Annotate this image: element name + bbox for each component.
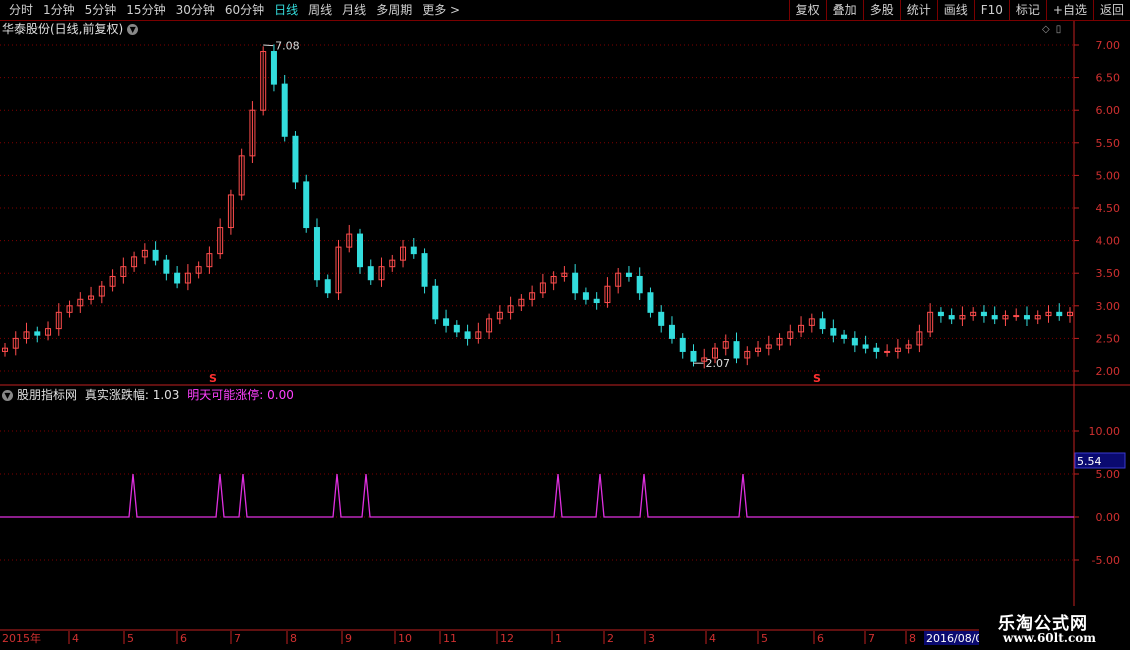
candle-body	[152, 249, 159, 261]
candle-body	[851, 337, 858, 346]
candle-body	[270, 51, 277, 85]
candle-body	[991, 315, 998, 320]
low-price-label: 2.07	[705, 357, 730, 370]
candle-body	[841, 334, 848, 339]
indicator-axis-label: 5.00	[1096, 468, 1121, 481]
candle-body	[593, 298, 600, 304]
candle-body	[937, 311, 944, 317]
high-price-label: 7.08	[275, 40, 300, 53]
candle-body	[636, 275, 643, 294]
candle-body	[313, 227, 320, 281]
candle-body	[668, 324, 675, 339]
candle-body	[34, 331, 41, 336]
candle-body	[830, 328, 837, 336]
candle-body	[464, 331, 471, 339]
time-axis-label: 2	[607, 632, 614, 645]
time-axis-label: 2015年	[2, 631, 41, 645]
time-axis-label: 5	[761, 632, 768, 645]
price-axis-label: 7.00	[1096, 39, 1121, 52]
candle-body	[948, 315, 955, 320]
time-axis-label: 3	[648, 632, 655, 645]
candle-body	[690, 350, 697, 362]
candle-body	[647, 292, 654, 313]
candle-body	[980, 311, 987, 317]
price-axis-label: 4.50	[1096, 202, 1121, 215]
candle-body	[421, 253, 428, 287]
candle-body	[1013, 315, 1020, 318]
price-axis-label: 2.50	[1096, 332, 1121, 345]
candle-body	[884, 350, 891, 353]
candle-body	[410, 246, 417, 255]
candle-body	[625, 272, 632, 277]
candle-body	[367, 266, 374, 281]
candle-body	[862, 344, 869, 349]
time-axis-label: 5	[127, 632, 134, 645]
time-axis-label: 9	[345, 632, 352, 645]
time-axis-label: 10	[398, 632, 412, 645]
current-value-text: 5.54	[1077, 455, 1102, 468]
candle-body	[281, 83, 288, 137]
signal-mark: S	[813, 372, 821, 385]
indicator-axis-label: 0.00	[1096, 511, 1121, 524]
candle-body	[873, 347, 880, 352]
candle-body	[819, 318, 826, 330]
time-axis-label: 11	[443, 632, 457, 645]
kline-chart[interactable]: 7.00 6.50 6.00 5.50 5.00 4.50 4.00 3.50 3.00 2.50…	[0, 0, 1130, 650]
candle-body	[432, 285, 439, 320]
time-axis-label: 8	[290, 632, 297, 645]
time-axis-label: 4	[709, 632, 716, 645]
indicator-axis-label: 10.00	[1089, 425, 1121, 438]
current-date-text: 2016/08/0	[926, 632, 982, 645]
candle-body	[572, 272, 579, 294]
time-axis-label: 12	[500, 632, 514, 645]
candle-body	[303, 181, 310, 229]
signal-mark: S	[209, 372, 217, 385]
candle-body	[443, 318, 450, 326]
candle-body	[658, 311, 665, 326]
price-axis-label: 6.50	[1096, 72, 1121, 85]
time-axis-label: 7	[234, 632, 241, 645]
time-axis-label: 8	[909, 632, 916, 645]
time-axis-label: 6	[817, 632, 824, 645]
candle-body	[174, 272, 181, 284]
candle-body	[292, 135, 299, 183]
price-axis-label: 2.00	[1096, 365, 1121, 378]
time-axis-label: 1	[555, 632, 562, 645]
price-axis-label: 5.00	[1096, 169, 1121, 182]
candle-body	[357, 233, 363, 268]
candle-body	[679, 337, 686, 352]
time-axis-label: 4	[72, 632, 79, 645]
time-axis-label: 7	[868, 632, 875, 645]
candle-body	[1023, 315, 1030, 320]
indicator-line	[0, 473, 1074, 518]
price-axis-label: 3.00	[1096, 300, 1121, 313]
high-marker-line	[263, 44, 274, 47]
candle-body	[733, 341, 740, 359]
candle-body	[1056, 311, 1063, 317]
time-axis-label: 6	[180, 632, 187, 645]
price-axis-label: 6.00	[1096, 104, 1121, 117]
watermark-line2: www.60lt.com	[1003, 631, 1096, 645]
price-axis-label: 5.50	[1096, 137, 1121, 150]
candle-body	[163, 259, 170, 274]
indicator-axis-label: -5.00	[1092, 554, 1120, 567]
candle-body	[453, 324, 460, 333]
candle-body	[582, 292, 589, 300]
price-axis-label: 3.50	[1096, 267, 1121, 280]
price-axis-label: 4.00	[1096, 235, 1121, 248]
candle-body	[324, 279, 331, 294]
